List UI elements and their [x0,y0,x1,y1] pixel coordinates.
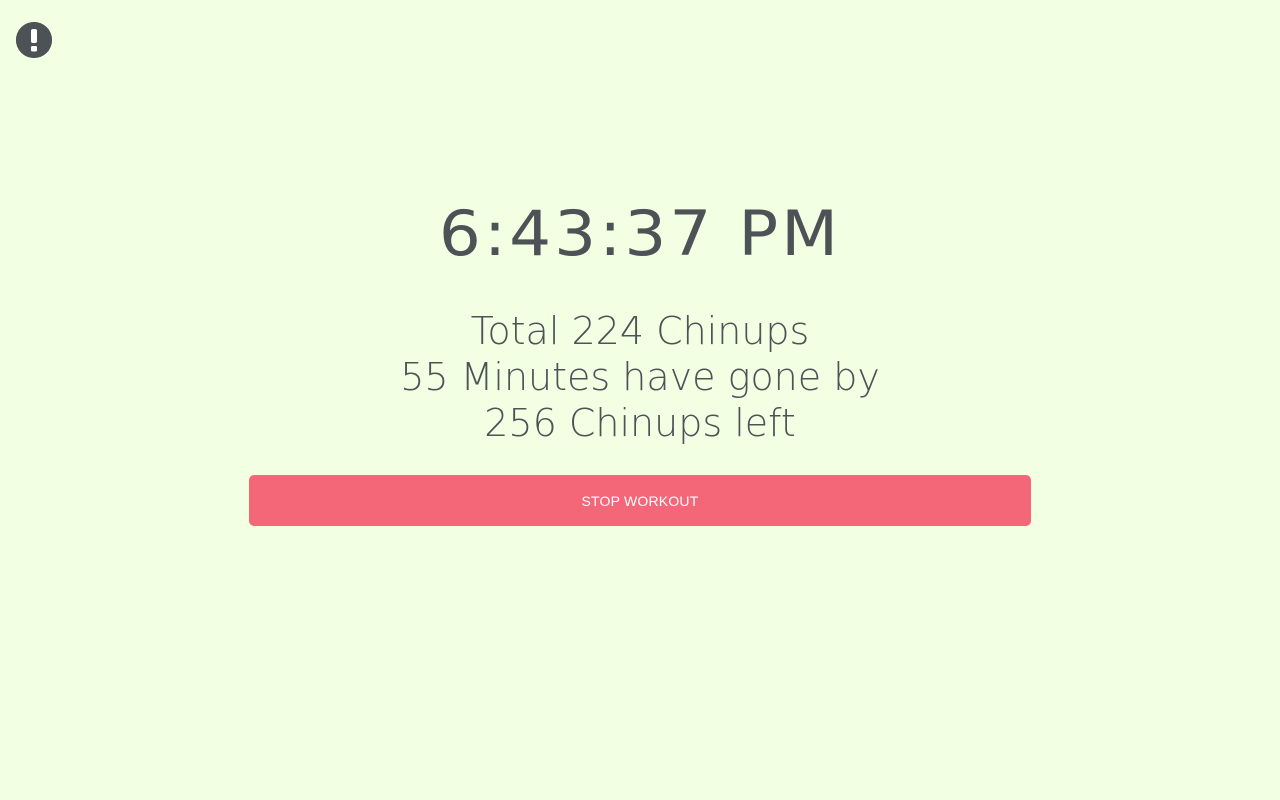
clock-display: 6:43:37 PM [438,196,842,271]
alert-button[interactable] [16,22,52,58]
total-chinups: Total 224 Chinups [470,309,810,353]
exclamation-circle-icon [16,22,52,58]
workout-stats: Total 224 Chinups 55 Minutes have gone b… [0,308,1280,446]
chinups-left: 256 Chinups left [484,401,796,445]
stop-workout-button[interactable]: STOP WORKOUT [249,475,1031,526]
elapsed-minutes: 55 Minutes have gone by [400,355,880,399]
